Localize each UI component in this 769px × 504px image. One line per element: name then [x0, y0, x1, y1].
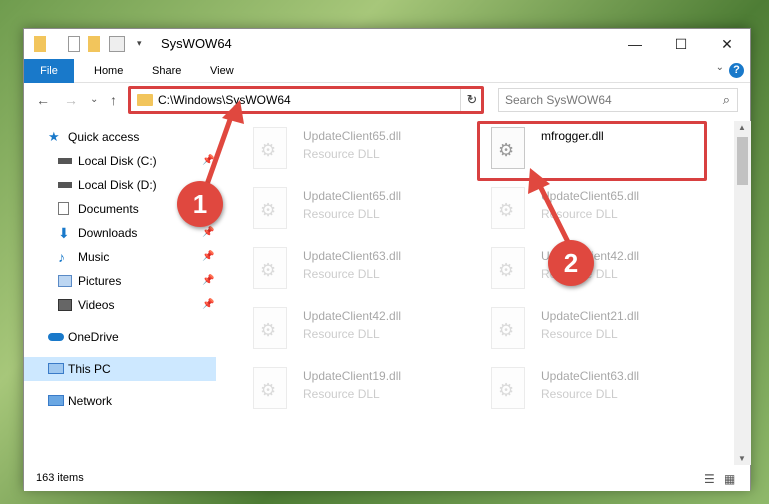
arrow-2-line — [537, 184, 571, 244]
step-marker-1: 1 — [177, 181, 223, 227]
step-marker-2: 2 — [548, 240, 594, 286]
instruction-arrows — [202, 100, 571, 244]
arrow-1-head — [222, 100, 244, 124]
arrow-2-head — [528, 168, 550, 194]
arrow-1-line — [202, 113, 235, 191]
